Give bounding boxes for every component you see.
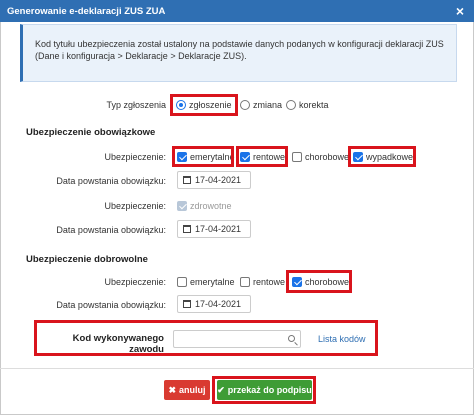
calendar-icon [183,300,191,308]
mandatory-date-value: 17-04-2021 [195,175,242,185]
radio-zmiana[interactable]: zmiana [240,98,282,112]
voluntary-date-field[interactable]: 17-04-2021 [177,295,251,313]
voluntary-heading: Ubezpieczenie dobrowolne [26,254,148,265]
voluntary-insurance-label: Ubezpieczenie: [104,277,166,287]
highlight-box [212,376,316,404]
window-title: Generowanie e-deklaracji ZUS ZUA [7,6,166,17]
checkbox-vol-rentowe[interactable]: rentowe [240,275,285,289]
health-insurance-label: Ubezpieczenie: [104,201,166,211]
health-date-value: 17-04-2021 [195,224,242,234]
checkbox-zdrowotne: zdrowotne [177,199,232,213]
radio-icon[interactable] [240,100,250,110]
checkbox-vol-rentowe-label: rentowe [253,277,286,287]
highlight-box [170,94,238,116]
checkbox-vol-emerytalne-label: emerytalne [190,277,235,287]
mandatory-date-label: Data powstania obowiązku: [56,176,166,186]
radio-korekta[interactable]: korekta [286,98,329,112]
mandatory-heading: Ubezpieczenie obowiązkowe [26,127,156,138]
calendar-icon [183,176,191,184]
cancel-button[interactable]: ✖ anuluj [164,380,210,400]
close-icon: ✖ [168,384,177,395]
cancel-button-label: anuluj [179,385,206,395]
checkbox-chorobowe-label: chorobowe [305,152,350,162]
radio-zmiana-label: zmiana [253,100,283,110]
health-date-label: Data powstania obowiązku: [56,225,166,235]
radio-icon[interactable] [286,100,296,110]
close-icon[interactable]: × [452,3,468,19]
voluntary-date-label: Data powstania obowiązku: [56,300,166,310]
highlight-box [286,270,352,293]
declaration-type-label: Typ zgłoszenia [106,100,166,110]
checkbox-icon[interactable] [177,277,187,287]
highlight-box [236,146,288,167]
info-box: Kod tytułu ubezpieczenia został ustalony… [20,24,457,82]
title-bar: Generowanie e-deklaracji ZUS ZUA × [0,0,474,22]
checkbox-zdrowotne-label: zdrowotne [190,201,232,211]
mandatory-insurance-label: Ubezpieczenie: [104,152,166,162]
checkbox-icon[interactable] [292,152,302,162]
health-date-field[interactable]: 17-04-2021 [177,220,251,238]
footer-divider [0,368,474,369]
info-text: Kod tytułu ubezpieczenia został ustalony… [35,39,444,61]
checkbox-chorobowe[interactable]: chorobowe [292,150,349,164]
highlight-box [348,146,416,167]
highlight-box [34,320,378,356]
mandatory-date-field[interactable]: 17-04-2021 [177,171,251,189]
checkbox-disabled-icon [177,201,187,211]
voluntary-date-value: 17-04-2021 [195,299,242,309]
highlight-box [172,146,234,167]
checkbox-icon[interactable] [240,277,250,287]
checkbox-vol-emerytalne[interactable]: emerytalne [177,275,235,289]
calendar-icon [183,225,191,233]
radio-korekta-label: korekta [299,100,329,110]
